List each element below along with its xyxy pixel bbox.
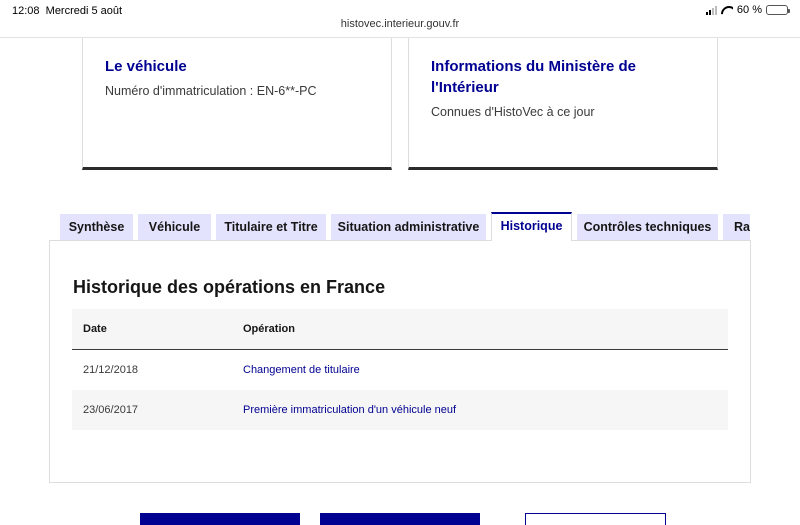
ministry-card-title: Informations du Ministère de l'Intérieur [431,58,637,96]
tab-historique[interactable]: Historique [491,212,572,241]
operations-table: Date Opération 21/12/2018 Changement de … [72,309,728,430]
panel-title: Historique des opérations en France [73,277,386,297]
row-date: 21/12/2018 [83,364,139,376]
status-indicators: 60 % [705,4,790,16]
tab-synthese[interactable]: Synthèse [60,214,133,241]
column-header-operation: Opération [243,323,295,335]
action-button-middle[interactable] [320,513,480,525]
tab-vehicule[interactable]: Véhicule [138,214,211,241]
tab-rapport[interactable]: Rap [723,214,750,241]
ministry-card: Informations du Ministère de l'Intérieur… [408,38,718,170]
vehicle-card-title: Le véhicule [105,58,187,75]
tab-bar: Synthèse Véhicule Titulaire et Titre Sit… [60,212,750,241]
wifi-icon [721,6,733,15]
historique-panel: Historique des opérations en France Date… [49,240,751,483]
table-row: 23/06/2017 Première immatriculation d'un… [72,390,728,430]
tab-titulaire-et-titre[interactable]: Titulaire et Titre [216,214,326,241]
battery-percent: 60 % [736,4,762,16]
row-date: 23/06/2017 [83,404,139,416]
registration-number: Numéro d'immatriculation : EN-6**-PC [105,84,317,98]
row-operation: Changement de titulaire [243,364,360,376]
vehicle-card: Le véhicule Numéro d'immatriculation : E… [82,38,392,170]
address-bar[interactable]: histovec.interieur.gouv.fr [0,18,800,30]
table-row: 21/12/2018 Changement de titulaire [72,350,728,390]
tab-controles-techniques[interactable]: Contrôles techniques [577,214,718,241]
action-button-right[interactable] [525,513,666,525]
column-header-date: Date [83,323,107,335]
status-time: 12:08 Mercredi 5 août [12,5,123,17]
tab-situation-administrative[interactable]: Situation administrative [331,214,486,241]
battery-icon [766,5,790,15]
table-header: Date Opération [72,309,728,350]
row-operation: Première immatriculation d'un véhicule n… [243,404,457,416]
action-button-left[interactable] [140,513,300,525]
signal-icon [705,5,717,15]
ministry-card-text: Connues d'HistoVec à ce jour [431,105,595,119]
